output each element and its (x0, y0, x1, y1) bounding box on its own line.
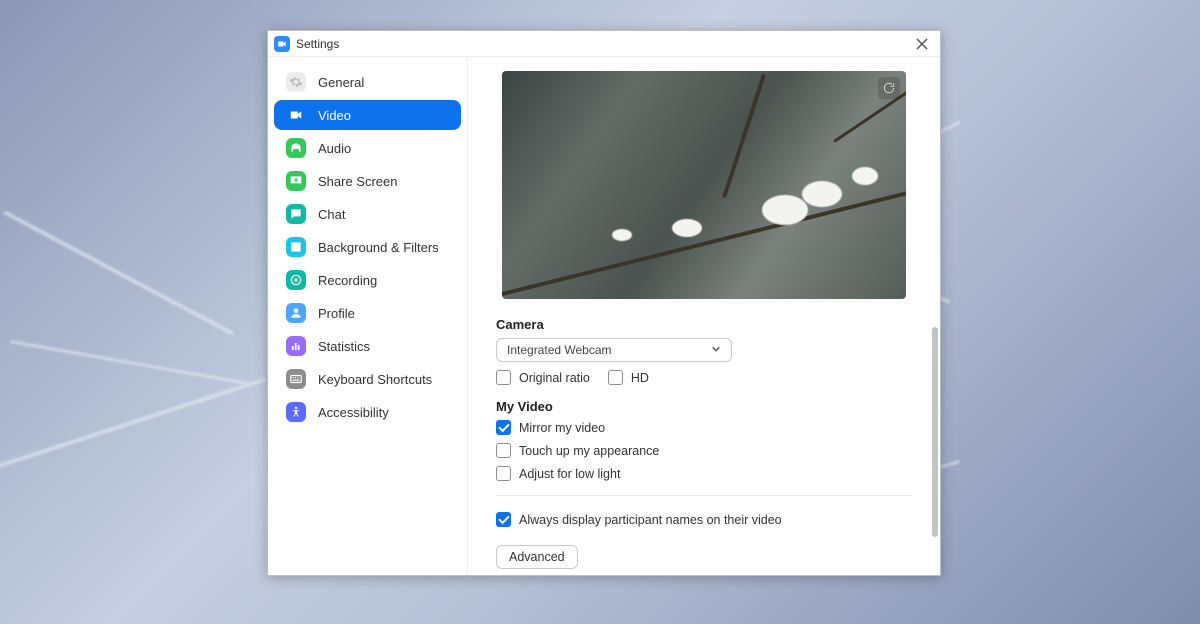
checkbox-box (496, 443, 511, 458)
scrollbar[interactable] (932, 327, 938, 537)
camera-preview (502, 71, 906, 299)
checkbox-label: Original ratio (519, 371, 590, 385)
checkbox-label: HD (631, 371, 649, 385)
checkbox-box (496, 370, 511, 385)
stats-icon (286, 336, 306, 356)
chevron-down-icon (711, 343, 721, 357)
video-icon (286, 105, 306, 125)
sidebar-item-label: Audio (318, 141, 351, 156)
sidebar-item-label: Share Screen (318, 174, 398, 189)
checkbox-box (496, 466, 511, 481)
share-screen-icon (286, 171, 306, 191)
record-icon (286, 270, 306, 290)
titlebar: Settings (268, 31, 940, 57)
camera-select[interactable]: Integrated Webcam (496, 338, 732, 362)
sidebar-item-accessibility[interactable]: Accessibility (274, 397, 461, 427)
sidebar-item-label: Statistics (318, 339, 370, 354)
sidebar-item-video[interactable]: Video (274, 100, 461, 130)
advanced-button[interactable]: Advanced (496, 545, 578, 569)
gear-icon (286, 72, 306, 92)
sidebar-item-share-screen[interactable]: Share Screen (274, 166, 461, 196)
original-ratio-checkbox[interactable]: Original ratio (496, 370, 590, 385)
my-video-section-label: My Video (496, 399, 912, 414)
settings-content: Camera Integrated Webcam Original ratio … (468, 57, 940, 575)
touch-up-appearance-checkbox[interactable]: Touch up my appearance (496, 443, 912, 458)
sidebar-item-background-filters[interactable]: Background & Filters (274, 232, 461, 262)
checkbox-box (608, 370, 623, 385)
divider (496, 495, 912, 496)
always-display-names-checkbox[interactable]: Always display participant names on thei… (496, 512, 912, 527)
checkbox-label: Touch up my appearance (519, 444, 659, 458)
checkbox-label: Mirror my video (519, 421, 605, 435)
chat-icon (286, 204, 306, 224)
camera-select-value: Integrated Webcam (507, 343, 612, 357)
checkbox-box (496, 512, 511, 527)
sidebar-item-label: Chat (318, 207, 345, 222)
camera-section-label: Camera (496, 317, 912, 332)
sidebar-item-keyboard-shortcuts[interactable]: Keyboard Shortcuts (274, 364, 461, 394)
window-title: Settings (296, 37, 339, 51)
sidebar-item-label: Accessibility (318, 405, 389, 420)
hd-checkbox[interactable]: HD (608, 370, 649, 385)
profile-icon (286, 303, 306, 323)
sidebar-item-label: General (318, 75, 364, 90)
sidebar-item-label: Recording (318, 273, 377, 288)
keyboard-icon (286, 369, 306, 389)
checkbox-box (496, 420, 511, 435)
sidebar-item-general[interactable]: General (274, 67, 461, 97)
sidebar-item-recording[interactable]: Recording (274, 265, 461, 295)
adjust-low-light-checkbox[interactable]: Adjust for low light (496, 466, 912, 481)
sidebar-item-profile[interactable]: Profile (274, 298, 461, 328)
sidebar-item-label: Video (318, 108, 351, 123)
checkbox-label: Always display participant names on thei… (519, 513, 782, 527)
sidebar-item-statistics[interactable]: Statistics (274, 331, 461, 361)
headphones-icon (286, 138, 306, 158)
checkbox-label: Adjust for low light (519, 467, 620, 481)
sidebar-item-label: Background & Filters (318, 240, 439, 255)
close-button[interactable] (910, 32, 934, 56)
sidebar-item-audio[interactable]: Audio (274, 133, 461, 163)
sidebar-item-chat[interactable]: Chat (274, 199, 461, 229)
rotate-camera-button[interactable] (878, 77, 900, 99)
accessibility-icon (286, 402, 306, 422)
settings-dialog: Settings General Video Au (267, 30, 941, 576)
sidebar-item-label: Keyboard Shortcuts (318, 372, 432, 387)
settings-sidebar: General Video Audio Share Screen (268, 57, 468, 575)
mirror-my-video-checkbox[interactable]: Mirror my video (496, 420, 912, 435)
background-filters-icon (286, 237, 306, 257)
sidebar-item-label: Profile (318, 306, 355, 321)
app-icon (274, 36, 290, 52)
